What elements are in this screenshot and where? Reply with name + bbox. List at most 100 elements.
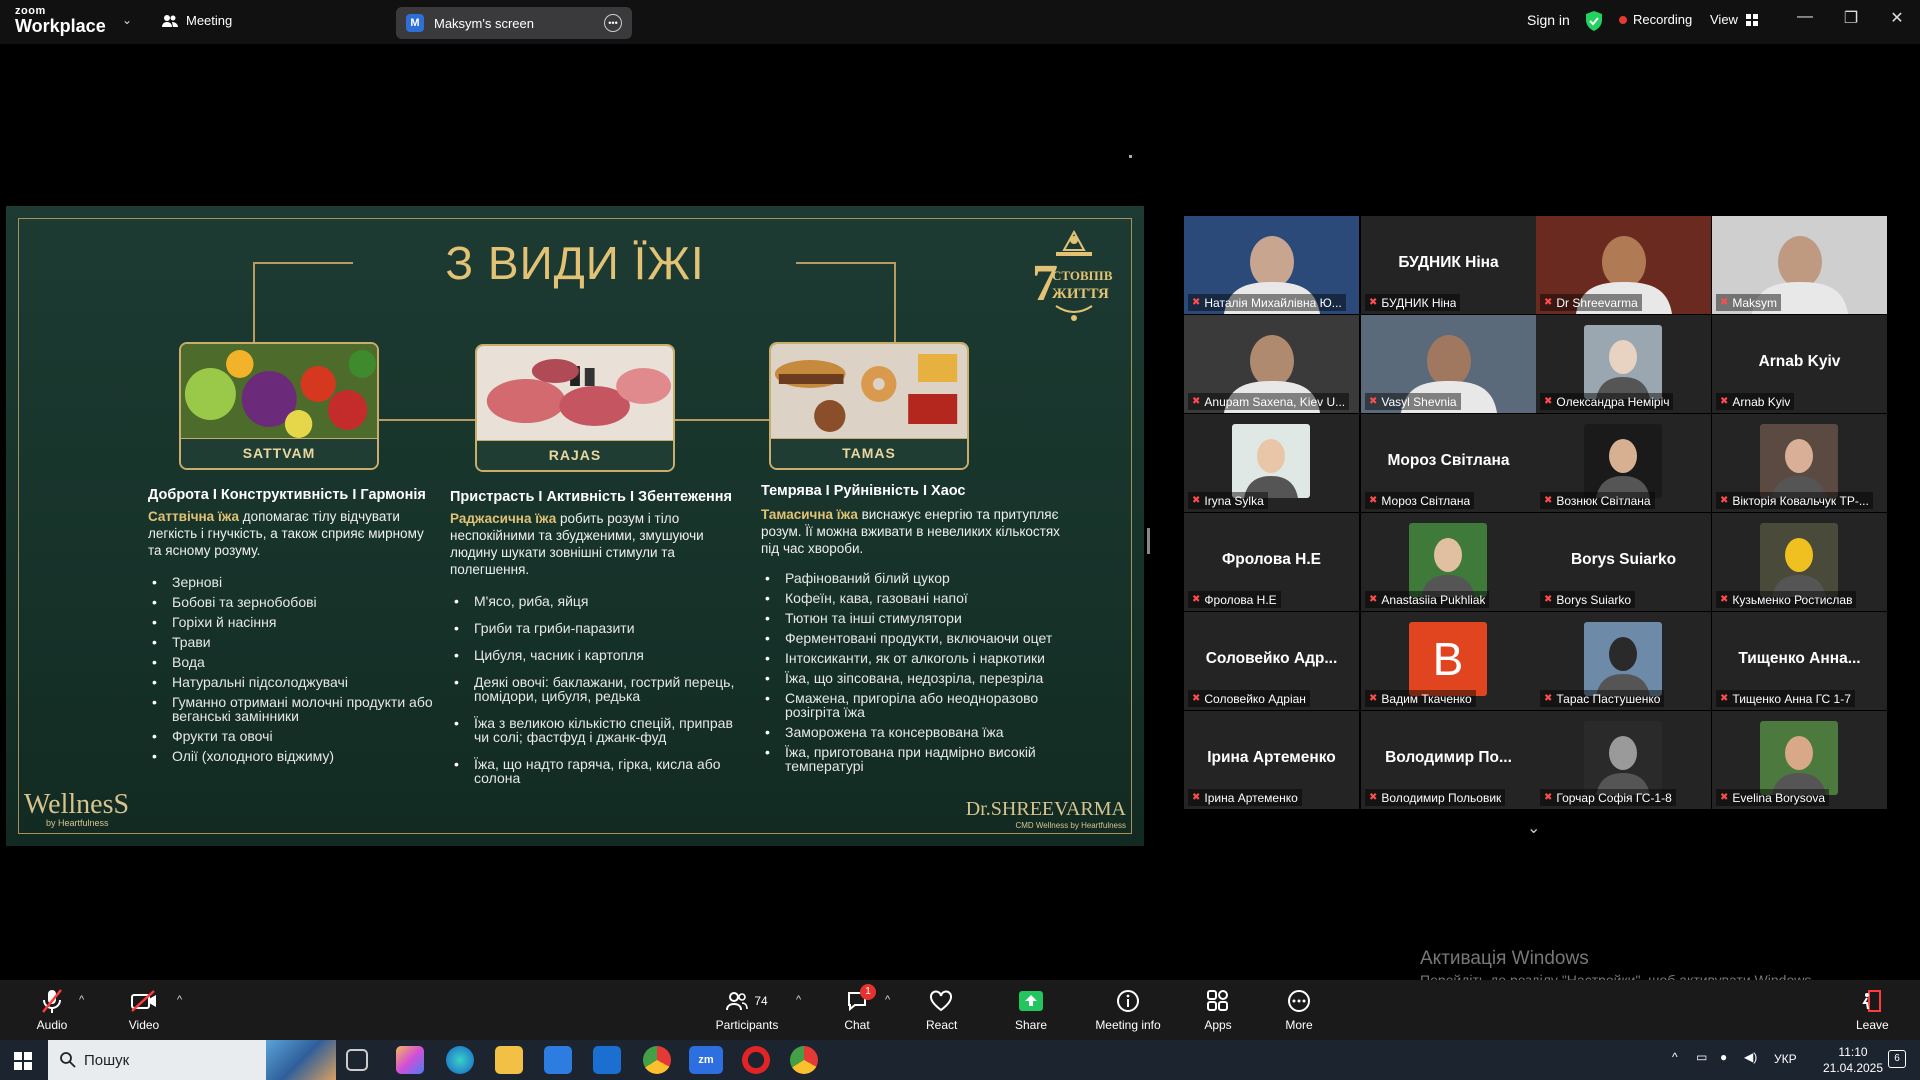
recording-label: Recording	[1633, 12, 1693, 27]
audio-label: Audio	[36, 1018, 68, 1032]
column-keyword: Саттвічна їжа	[148, 509, 239, 524]
list-item: Олії (холодного віджиму)	[148, 749, 433, 763]
apps-button[interactable]: Apps	[1203, 988, 1233, 1032]
screen-share-pill[interactable]: M Maksym's screen •••	[396, 7, 632, 39]
participant-tile[interactable]: Володимир По... ✖ Володимир Польовик	[1361, 711, 1536, 809]
store-icon[interactable]	[544, 1046, 572, 1074]
participants-button[interactable]: 74 Participants	[712, 988, 782, 1032]
more-options-icon[interactable]: •••	[604, 14, 622, 32]
participant-name-label: ✖ Anupam Saxena, Kiev U...	[1188, 393, 1350, 410]
clock[interactable]: 11:10 21.04.2025	[1818, 1044, 1888, 1076]
meeting-info-label: Meeting info	[1095, 1018, 1161, 1032]
gallery-next-page-icon[interactable]: ⌄	[1527, 818, 1540, 838]
task-view-icon[interactable]	[346, 1049, 368, 1071]
meeting-menu-button[interactable]: Meeting	[162, 13, 232, 28]
participant-tile[interactable]: ✖ Anastasiia Pukhliak	[1361, 513, 1536, 611]
chevron-down-icon[interactable]: ⌄	[122, 13, 132, 27]
participant-tile[interactable]: ✖ Вознюк Світлана	[1536, 414, 1711, 512]
participant-tile[interactable]: Ірина Артеменко ✖ Ірина Артеменко	[1184, 711, 1359, 809]
close-icon[interactable]: ✕	[1882, 8, 1912, 28]
react-button[interactable]: React	[926, 988, 957, 1032]
tray-chevron-icon[interactable]: ^	[1672, 1050, 1678, 1064]
tamas-card: TAMAS	[769, 342, 969, 470]
participant-tile[interactable]: ✖ Вікторія Ковальчук ТР-...	[1712, 414, 1887, 512]
participant-name-label: ✖ Maksym	[1716, 294, 1782, 311]
meeting-info-button[interactable]: Meeting info	[1092, 988, 1164, 1032]
mic-muted-icon: ✖	[1544, 297, 1553, 308]
list-item: Деякі овочі: баклажани, гострий перець, …	[450, 675, 740, 703]
participant-tile[interactable]: B ✖ Вадим Ткаченко	[1361, 612, 1536, 710]
outlook-icon[interactable]	[593, 1046, 621, 1074]
participant-tile[interactable]: Соловейко Адр... ✖ Соловейко Адріан	[1184, 612, 1359, 710]
language-indicator[interactable]: УКР	[1774, 1052, 1797, 1066]
mic-muted-icon: ✖	[1192, 396, 1201, 407]
chrome-icon[interactable]	[643, 1046, 671, 1074]
participant-tile[interactable]: ✖ Dr Shreevarma	[1536, 216, 1711, 314]
participant-tile[interactable]: Тищенко Анна... ✖ Тищенко Анна ГС 1-7	[1712, 612, 1887, 710]
participant-tile[interactable]: Мороз Світлана ✖ Мороз Світлана	[1361, 414, 1536, 512]
sign-in-link[interactable]: Sign in	[1527, 12, 1570, 28]
participant-tile[interactable]: ✖ Vasyl Shevnia	[1361, 315, 1536, 413]
volume-icon[interactable]: ◀)	[1744, 1050, 1757, 1064]
participant-tile[interactable]: БУДНИК Ніна ✖ БУДНИК Ніна	[1361, 216, 1536, 314]
mic-tray-icon[interactable]: ●	[1720, 1050, 1727, 1064]
list-item: Рафінований білий цукор	[761, 571, 1081, 585]
shield-check-icon[interactable]	[1584, 10, 1604, 32]
meeting-label: Meeting	[186, 13, 233, 28]
participant-avatar	[1584, 424, 1662, 498]
share-screen-icon	[1019, 991, 1043, 1011]
audio-button[interactable]: Audio	[32, 988, 72, 1032]
share-button[interactable]: Share	[1014, 988, 1048, 1032]
participant-name-label: ✖ Мороз Світлана	[1365, 492, 1475, 509]
participant-tile[interactable]: ✖ Iryna Sylka	[1184, 414, 1359, 512]
windows-start-icon[interactable]	[14, 1052, 32, 1070]
audio-options-caret-icon[interactable]: ^	[79, 994, 84, 1006]
participant-tile[interactable]: ✖ Evelina Borysova	[1712, 711, 1887, 809]
clock-date: 21.04.2025	[1822, 1061, 1884, 1075]
participant-name-label: ✖ Dr Shreevarma	[1540, 294, 1642, 311]
wellness-logo: WellnesS by Heartfulness	[24, 789, 130, 828]
restore-icon[interactable]: ❐	[1836, 8, 1866, 28]
participant-tile[interactable]: Arnab Kyiv ✖ Arnab Kyiv	[1712, 315, 1887, 413]
participant-name-label: ✖ Кузьменко Ростислав	[1716, 591, 1857, 608]
more-label: More	[1285, 1018, 1313, 1032]
participant-display-name: Тищенко Анна...	[1738, 650, 1861, 667]
leave-button[interactable]: Leave	[1856, 988, 1889, 1032]
participants-caret-icon[interactable]: ^	[796, 994, 801, 1006]
recording-indicator[interactable]: Recording	[1619, 12, 1692, 27]
opera-icon[interactable]	[742, 1046, 770, 1074]
chrome-icon-2[interactable]	[790, 1046, 818, 1074]
participant-tile[interactable]: ✖ Кузьменко Ростислав	[1712, 513, 1887, 611]
file-explorer-icon[interactable]	[495, 1046, 523, 1074]
edge-icon[interactable]	[446, 1046, 474, 1074]
zoom-taskbar-icon[interactable]: zm	[689, 1046, 723, 1074]
participant-tile[interactable]: ✖ Тарас Пастушенко	[1536, 612, 1711, 710]
panel-resize-handle[interactable]	[1147, 528, 1150, 554]
seven-pillars-logo: 7 СТОВПІВ ЖИТТЯ	[1026, 226, 1122, 326]
taskbar-search[interactable]: Пошук	[48, 1040, 336, 1080]
view-label: View	[1710, 12, 1738, 27]
presentation-slide: З ВИДИ ЇЖІ 7 СТОВПІВ ЖИТТЯ SATTVAM RAJAS…	[6, 206, 1144, 846]
video-options-caret-icon[interactable]: ^	[177, 994, 182, 1006]
participant-display-name: БУДНИК Ніна	[1398, 254, 1499, 271]
copilot-icon[interactable]	[396, 1046, 424, 1074]
slide-title: З ВИДИ ЇЖІ	[445, 237, 705, 289]
minimize-icon[interactable]: —	[1790, 8, 1820, 26]
participant-name-label: ✖ Evelina Borysova	[1716, 789, 1830, 806]
participant-tile[interactable]: ✖ Maksym	[1712, 216, 1887, 314]
video-button[interactable]: Video	[124, 988, 164, 1032]
view-button[interactable]: View	[1710, 12, 1758, 27]
chat-caret-icon[interactable]: ^	[885, 994, 890, 1006]
network-icon[interactable]: ▭	[1696, 1050, 1707, 1064]
leave-door-icon	[1862, 990, 1881, 1012]
more-icon	[1288, 990, 1310, 1012]
notification-icon[interactable]: 6	[1888, 1050, 1906, 1068]
windows-activation-title: Активація Windows	[1420, 948, 1589, 969]
participant-tile[interactable]: ✖ Anupam Saxena, Kiev U...	[1184, 315, 1359, 413]
participant-tile[interactable]: ✖ Горчар Софія ГС-1-8	[1536, 711, 1711, 809]
more-button[interactable]: More	[1284, 988, 1314, 1032]
participant-tile[interactable]: Borys Suiarko ✖ Borys Suiarko	[1536, 513, 1711, 611]
participant-tile[interactable]: ✖ Олександра Неміріч	[1536, 315, 1711, 413]
participant-tile[interactable]: Фролова Н.Е ✖ Фролова Н.Е	[1184, 513, 1359, 611]
participant-tile[interactable]: ✖ Наталія Михайлівна Ю...	[1184, 216, 1359, 314]
